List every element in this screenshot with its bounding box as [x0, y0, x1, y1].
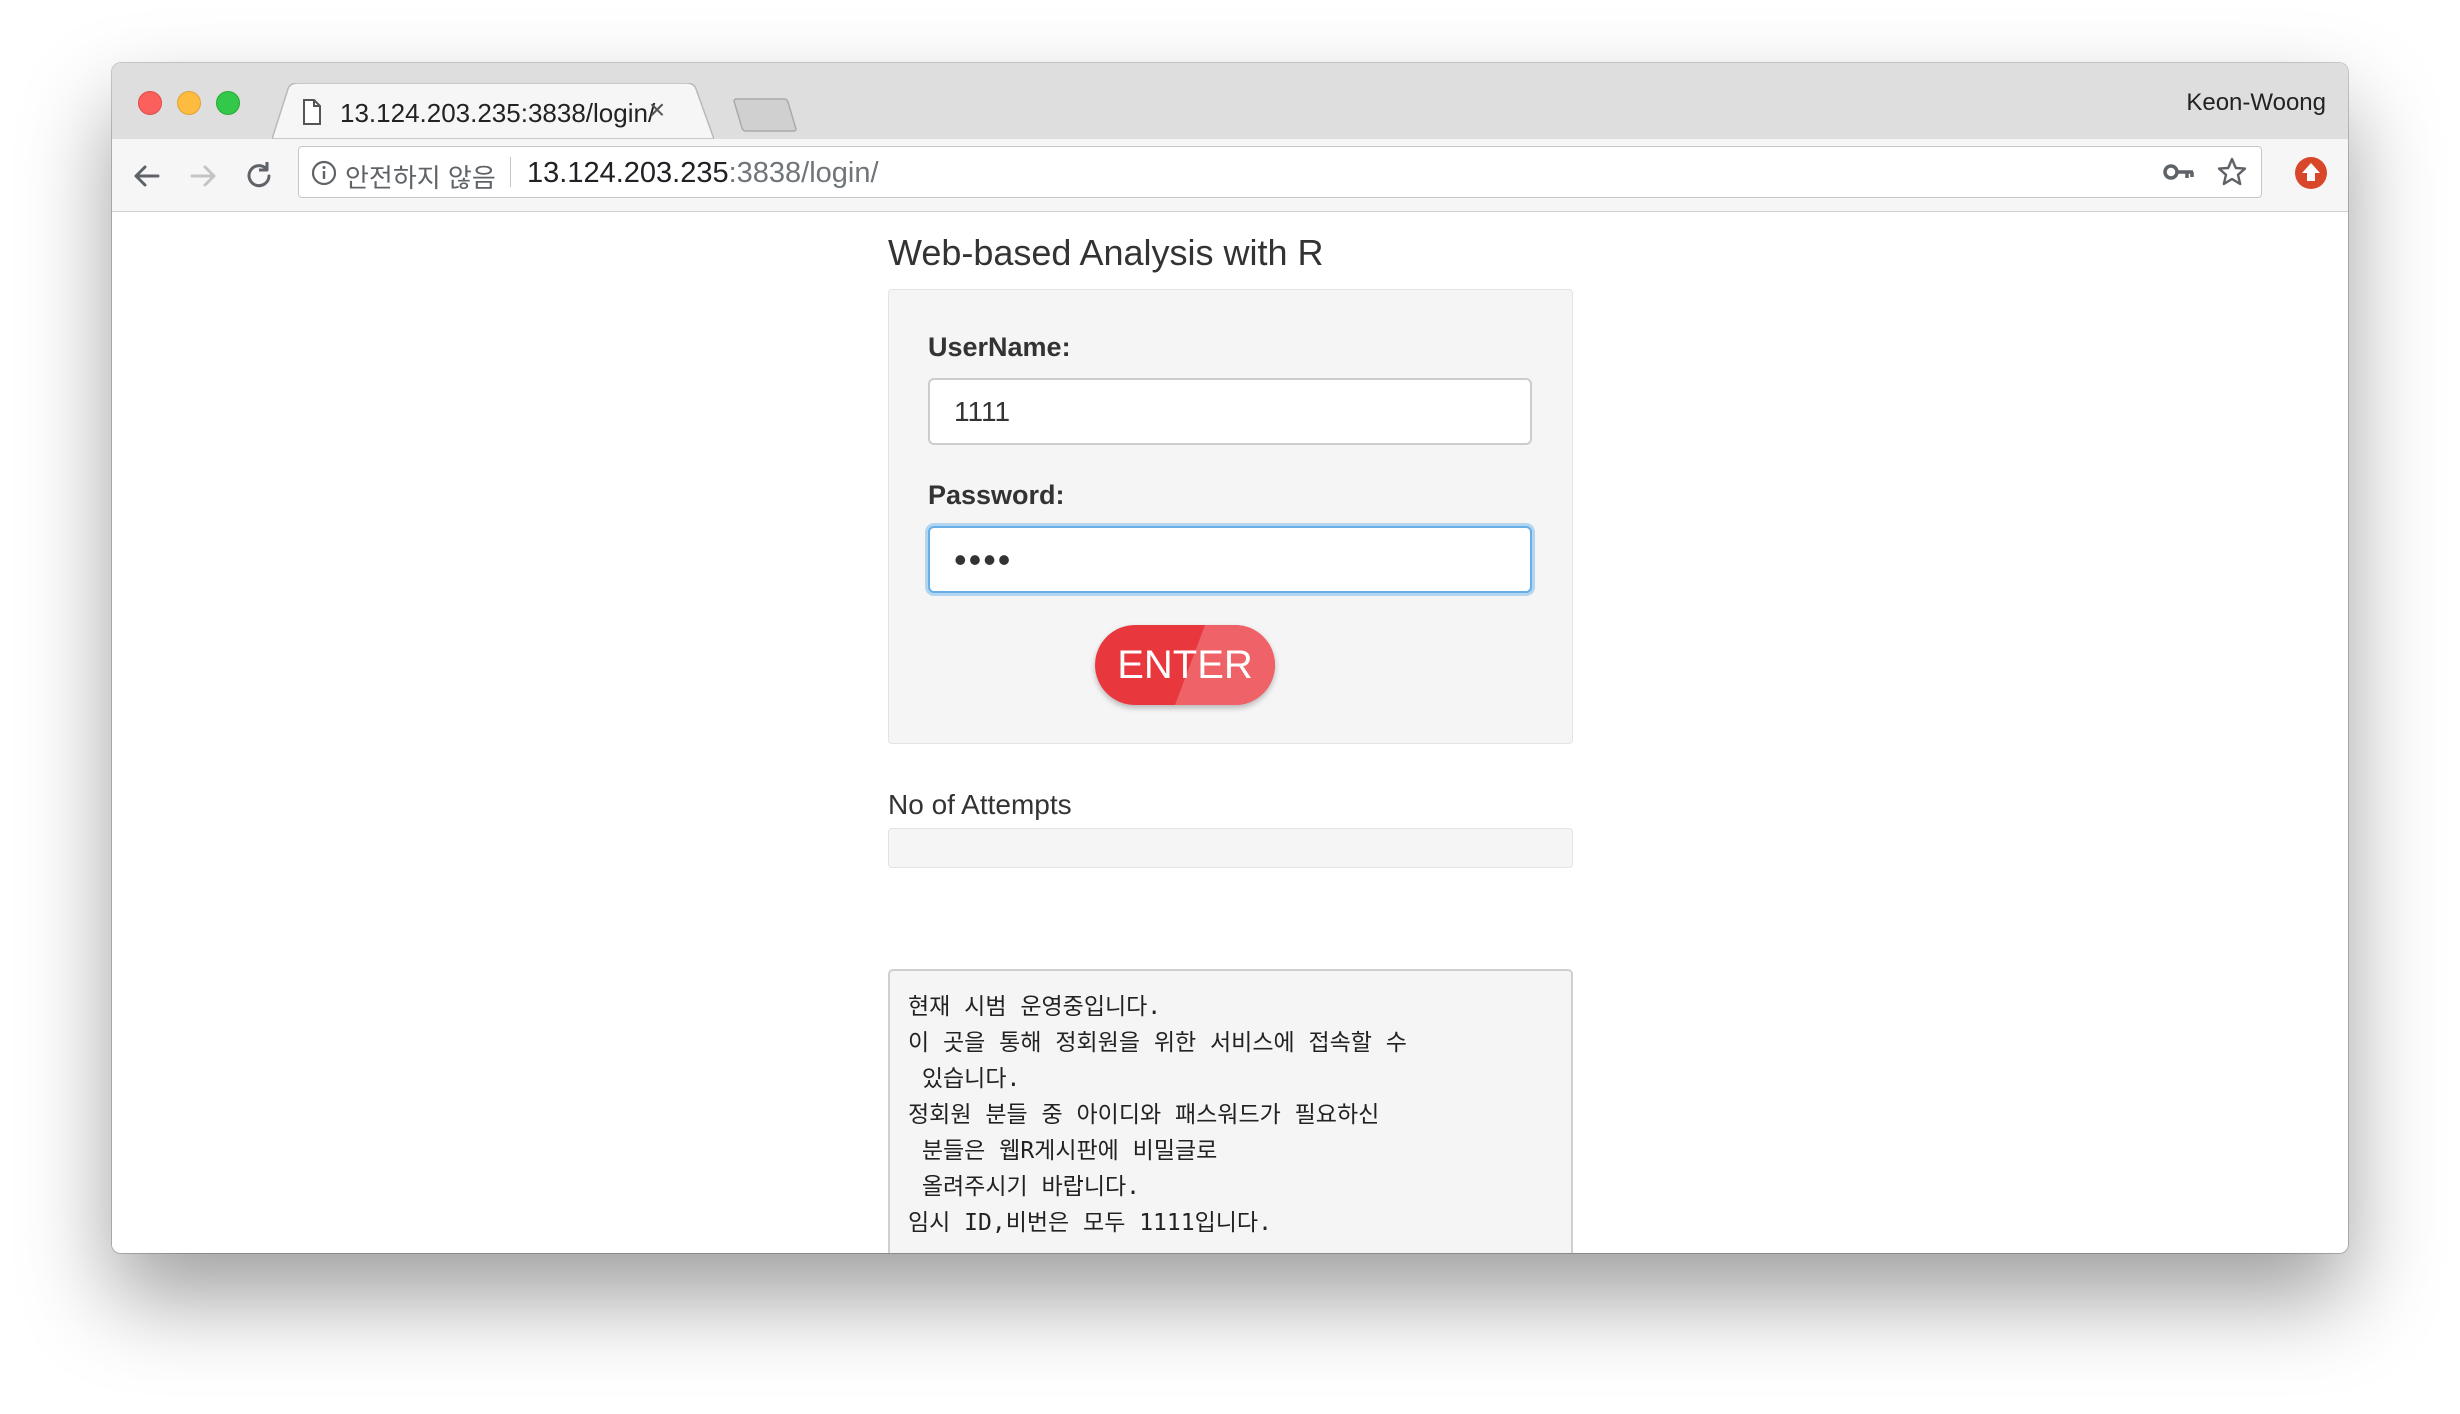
attempts-output: [888, 828, 1573, 868]
notice-line: 이 곳을 통해 정회원을 위한 서비스에 접속할 수: [908, 1030, 1407, 1056]
enter-button[interactable]: ENTER: [1095, 625, 1275, 705]
reload-icon[interactable]: [242, 159, 276, 193]
notice-line: 정회원 분들 중 아이디와 패스워드가 필요하신: [908, 1102, 1380, 1128]
close-icon[interactable]: ×: [642, 95, 672, 125]
notice-line: 올려주시기 바랍니다.: [908, 1174, 1140, 1200]
page-icon: [302, 99, 322, 130]
notice-line: 현재 시범 운영중입니다.: [908, 994, 1162, 1020]
security-status[interactable]: 안전하지 않음: [345, 158, 496, 195]
attempts-label: No of Attempts: [888, 789, 1072, 820]
notice-line: 있습니다.: [908, 1066, 1021, 1092]
password-input[interactable]: ••••: [928, 526, 1532, 593]
back-arrow-icon[interactable]: [130, 159, 164, 193]
browser-window: 13.124.203.235:3838/login/ × Keon-Woong: [112, 63, 2348, 1253]
key-icon[interactable]: [2163, 161, 2195, 188]
close-window-button[interactable]: [138, 91, 162, 115]
url-text[interactable]: 13.124.203.235:3838/login/: [527, 157, 879, 190]
zoom-window-button[interactable]: [216, 91, 240, 115]
address-bar[interactable]: 안전하지 않음 13.124.203.235:3838/login/: [298, 146, 2262, 198]
new-tab-button[interactable]: [732, 97, 798, 138]
tab-title: 13.124.203.235:3838/login/: [340, 98, 656, 128]
forward-arrow-icon[interactable]: [186, 159, 220, 193]
info-icon[interactable]: [311, 160, 337, 191]
enter-button-label: ENTER: [1117, 643, 1253, 687]
url-path: :3838/login/: [728, 157, 879, 189]
page-title: Web-based Analysis with R: [888, 232, 1324, 273]
extension-icon[interactable]: [2294, 156, 2328, 195]
profile-name[interactable]: Keon-Woong: [2186, 89, 2326, 117]
username-label: UserName:: [928, 332, 1071, 362]
star-icon[interactable]: [2217, 157, 2247, 192]
omnibox-divider: [510, 157, 511, 187]
tab-strip: 13.124.203.235:3838/login/ × Keon-Woong: [112, 63, 2348, 139]
login-panel: UserName: 1111 Password: •••• ENTER: [888, 289, 1573, 744]
password-mask: ••••: [954, 539, 1013, 580]
minimize-window-button[interactable]: [177, 91, 201, 115]
notice-text: 현재 시범 운영중입니다. 이 곳을 통해 정회원을 위한 서비스에 접속할 수 …: [888, 969, 1573, 1253]
tab-active[interactable]: 13.124.203.235:3838/login/ ×: [272, 83, 714, 139]
toolbar: 안전하지 않음 13.124.203.235:3838/login/: [112, 139, 2348, 212]
notice-line: 분들은 웹R게시판에 비밀글로: [908, 1138, 1218, 1164]
url-host: 13.124.203.235: [527, 157, 729, 189]
username-input[interactable]: 1111: [928, 378, 1532, 445]
password-label: Password:: [928, 480, 1065, 510]
notice-line: 임시 ID,비번은 모두 1111입니다.: [908, 1210, 1272, 1236]
page-content: Web-based Analysis with R UserName: 1111…: [112, 212, 2348, 1253]
